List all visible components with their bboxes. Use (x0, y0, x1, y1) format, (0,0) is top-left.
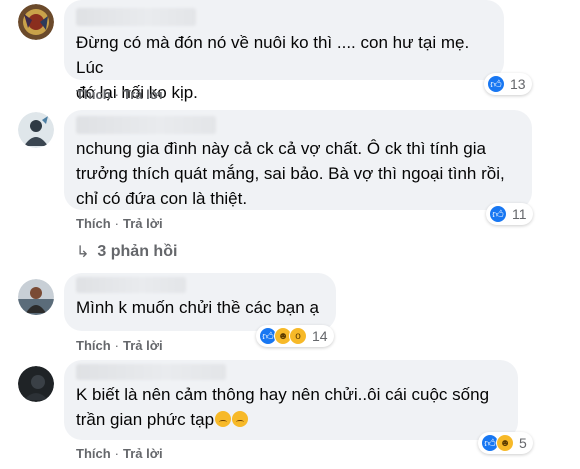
comment-text: nchung gia đình này cả ck cả vợ chất. Ô … (76, 139, 505, 208)
comment-bubble: Mình k muốn chửi thề các bạn ạ (64, 273, 336, 331)
like-button[interactable]: Thích (76, 87, 111, 102)
reaction-summary[interactable]: 👍︎ ☻ o 14 (256, 325, 334, 347)
like-button[interactable]: Thích (76, 446, 111, 461)
comment-actions: Thích · Trả lời (76, 446, 163, 461)
comment-actions: Thích · Trả lời (76, 87, 163, 102)
comment-bubble: K biết là nên cảm thông hay nên chửi..ôi… (64, 360, 518, 440)
comment-bubble: Đừng có mà đón nó về nuôi ko thì .... co… (64, 0, 504, 102)
comment-actions: Thích · Trả lời (76, 338, 163, 353)
comment-text: Mình k muốn chửi thề các bạn ạ (76, 298, 319, 317)
view-replies-link[interactable]: ↳ 3 phản hồi (76, 242, 177, 262)
reaction-count: 14 (312, 328, 328, 344)
reply-button[interactable]: Trả lời (123, 216, 163, 231)
sad-emoji-icon (215, 411, 232, 427)
wow-icon: o (289, 327, 307, 345)
like-icon: 👍︎ (487, 75, 505, 93)
like-icon: 👍︎ (489, 205, 507, 223)
reaction-summary[interactable]: 👍︎ 13 (484, 73, 532, 95)
like-button[interactable]: Thích (76, 338, 111, 353)
reply-button[interactable]: Trả lời (123, 338, 163, 353)
reaction-count: 5 (519, 435, 527, 451)
avatar[interactable] (18, 4, 54, 40)
avatar[interactable] (18, 112, 54, 148)
separator: · (114, 338, 120, 353)
reply-arrow-icon: ↳ (76, 244, 90, 261)
separator: · (114, 87, 120, 102)
author-name-blurred[interactable] (76, 364, 226, 380)
sad-emoji-icon (232, 411, 249, 427)
comment-bubble: nchung gia đình này cả ck cả vợ chất. Ô … (64, 110, 532, 210)
comment-actions: Thích · Trả lời (76, 216, 163, 231)
avatar[interactable] (18, 279, 54, 315)
author-name-blurred[interactable] (76, 277, 186, 293)
comment-text-content: K biết là nên cảm thông hay nên chửi..ôi… (76, 385, 490, 429)
replies-count-label: 3 phản hồi (97, 243, 178, 260)
comment-text: K biết là nên cảm thông hay nên chửi..ôi… (76, 382, 504, 432)
avatar[interactable] (18, 366, 54, 402)
separator: · (114, 446, 120, 461)
reply-button[interactable]: Trả lời (123, 446, 163, 461)
author-name-blurred[interactable] (76, 8, 196, 26)
author-name-blurred[interactable] (76, 116, 216, 134)
reaction-count: 13 (510, 76, 526, 92)
reaction-summary[interactable]: 👍︎ ☻ 5 (478, 432, 533, 454)
like-button[interactable]: Thích (76, 216, 111, 231)
reply-button[interactable]: Trả lời (123, 87, 163, 102)
reaction-count: 11 (512, 206, 527, 222)
haha-icon: ☻ (496, 434, 514, 452)
reaction-summary[interactable]: 👍︎ 11 (486, 203, 533, 225)
separator: · (114, 216, 120, 231)
